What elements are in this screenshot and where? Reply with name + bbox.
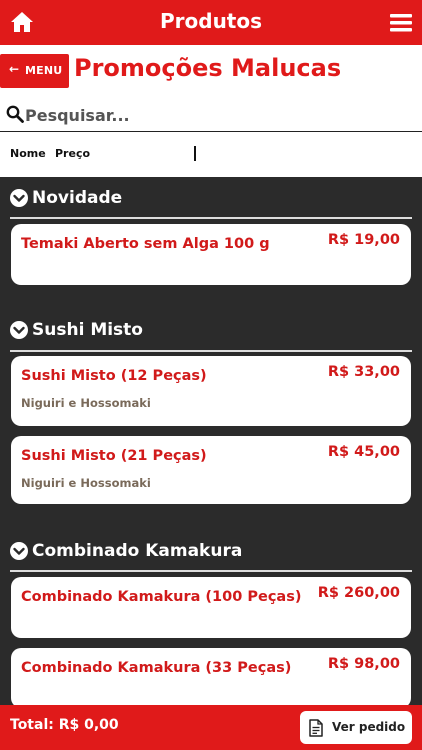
product-price: R$ 19,00 <box>327 232 400 248</box>
section-header-combinado-kamakura[interactable]: Combinado Kamakura <box>10 541 242 561</box>
menu-back-label: MENU <box>25 64 63 77</box>
product-price: R$ 260,00 <box>317 585 400 601</box>
page-title: Produtos <box>159 9 263 33</box>
search-icon <box>6 105 24 123</box>
sort-by-price[interactable]: Preço <box>55 147 90 160</box>
order-total: Total: R$ 0,00 <box>10 717 119 733</box>
header-area: ← MENU Promoções Malucas Nome Preço <box>0 45 422 177</box>
section-divider <box>10 570 412 572</box>
product-name: Sushi Misto (12 Peças) <box>21 368 207 384</box>
view-order-label: Ver pedido <box>332 720 406 734</box>
product-price: R$ 45,00 <box>327 444 400 460</box>
product-card[interactable]: Combinado Kamakura (100 Peças) R$ 260,00 <box>11 577 411 638</box>
product-description: Niguiri e Hossomaki <box>21 396 151 410</box>
section-divider <box>10 217 412 219</box>
arrow-left-icon: ← <box>9 62 20 76</box>
product-card[interactable]: Combinado Kamakura (33 Peças) R$ 98,00 <box>11 648 411 708</box>
menu-back-button[interactable]: ← MENU <box>0 54 69 88</box>
product-card[interactable]: Sushi Misto (21 Peças) R$ 45,00 Niguiri … <box>11 436 411 504</box>
section-title: Combinado Kamakura <box>32 541 243 561</box>
product-card[interactable]: Temaki Aberto sem Alga 100 g R$ 19,00 <box>11 224 411 285</box>
product-name: Combinado Kamakura (33 Peças) <box>21 660 292 676</box>
product-name: Sushi Misto (21 Peças) <box>21 448 207 464</box>
section-title: Novidade <box>32 188 123 208</box>
product-name: Temaki Aberto sem Alga 100 g <box>21 236 270 252</box>
chevron-down-circle-icon <box>10 189 28 207</box>
chevron-down-circle-icon <box>10 321 28 339</box>
sort-row: Nome Preço <box>0 145 422 165</box>
top-bar: Produtos <box>0 0 422 45</box>
view-order-button[interactable]: Ver pedido <box>300 711 412 744</box>
section-title: Sushi Misto <box>32 320 143 340</box>
bottom-bar: Total: R$ 0,00 Ver pedido <box>0 705 422 750</box>
section-divider <box>10 350 412 352</box>
product-price: R$ 98,00 <box>327 656 400 672</box>
product-name: Combinado Kamakura (100 Peças) <box>21 589 302 605</box>
product-card[interactable]: Sushi Misto (12 Peças) R$ 33,00 Niguiri … <box>11 356 411 426</box>
search-bar <box>0 99 422 132</box>
section-header-novidade[interactable]: Novidade <box>10 188 122 208</box>
product-description: Niguiri e Hossomaki <box>21 476 151 490</box>
search-input[interactable] <box>25 102 405 128</box>
text-cursor <box>194 146 196 161</box>
category-title: Promoções Malucas <box>74 54 342 82</box>
product-price: R$ 33,00 <box>327 364 400 380</box>
section-header-sushi-misto[interactable]: Sushi Misto <box>10 320 143 340</box>
chevron-down-circle-icon <box>10 542 28 560</box>
hamburger-menu-icon[interactable] <box>390 13 412 33</box>
sort-by-name[interactable]: Nome <box>10 147 46 160</box>
document-icon <box>309 719 323 737</box>
